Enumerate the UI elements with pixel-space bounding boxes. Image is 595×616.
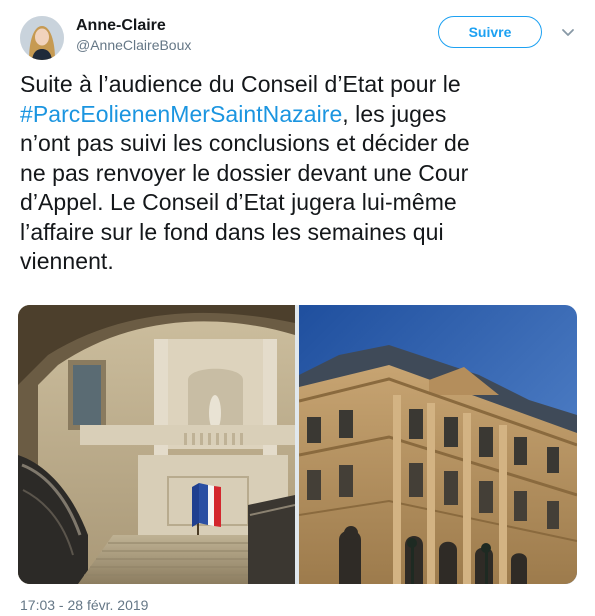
author-handle[interactable]: @AnneClaireBoux <box>76 36 191 54</box>
chevron-down-icon[interactable] <box>560 26 576 40</box>
tweet-line: n’ont pas suivi les conclusions et décid… <box>20 130 470 156</box>
photo-facade[interactable] <box>298 305 577 584</box>
author-name[interactable]: Anne-Claire <box>76 16 166 36</box>
avatar[interactable] <box>20 16 64 60</box>
media-grid <box>18 305 577 584</box>
tweet-line: , les juges <box>342 100 447 127</box>
tweet-text: Suite à l’audience du Conseil d’Etat pou… <box>20 70 580 277</box>
tweet-line: ne pas renvoyer le dossier devant une Co… <box>20 159 469 186</box>
photo-staircase[interactable] <box>18 305 296 584</box>
hashtag-link[interactable]: #ParcEolienenMerSaintNazaire <box>20 101 342 127</box>
follow-button[interactable]: Suivre <box>438 16 542 48</box>
tweet-card: Anne-Claire @AnneClaireBoux Suivre Suite… <box>0 0 595 616</box>
timestamp[interactable]: 17:03 - 28 févr. 2019 <box>20 596 148 614</box>
tweet-line: viennent. <box>20 248 114 274</box>
tweet-line: l’affaire sur le fond dans les semaines … <box>20 218 444 245</box>
avatar-image <box>20 16 64 60</box>
tweet-line: d’Appel. Le Conseil d’Etat jugera lui-mê… <box>20 189 457 215</box>
tweet-line: Suite à l’audience du Conseil d’Etat pou… <box>20 71 461 97</box>
